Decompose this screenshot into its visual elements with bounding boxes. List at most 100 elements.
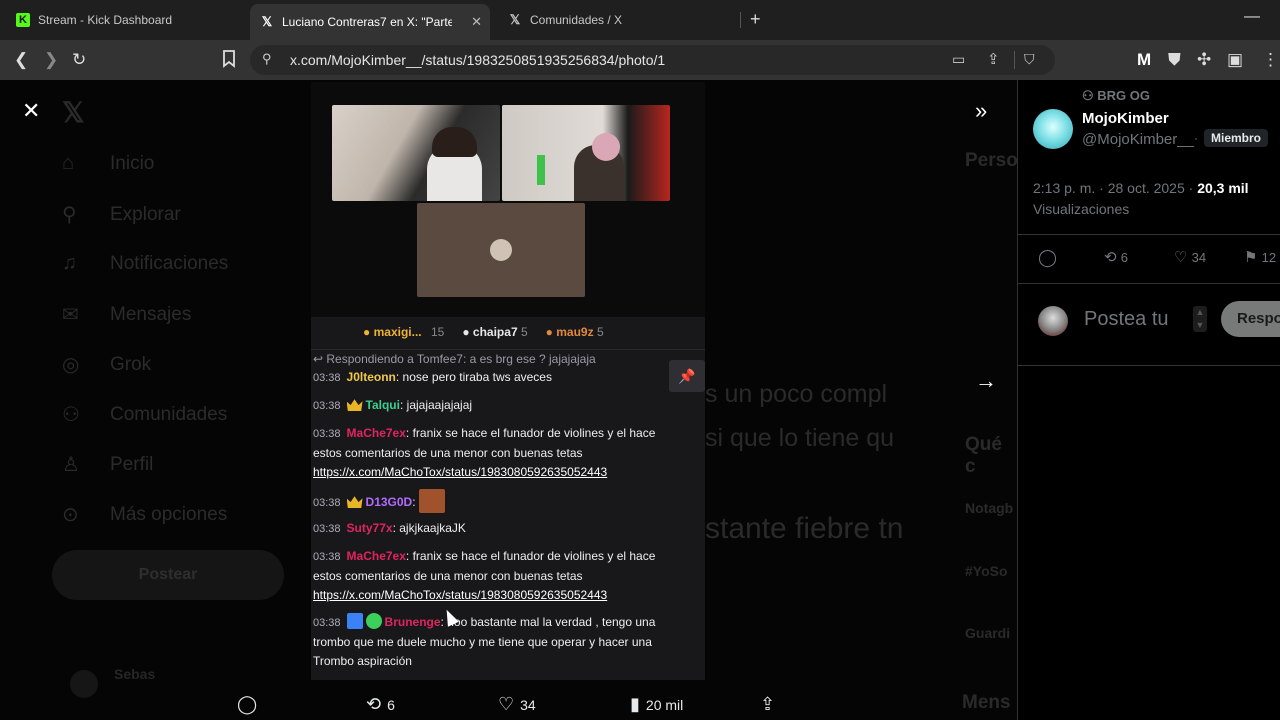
retweet-icon: ⟲ — [366, 694, 382, 714]
like-button[interactable]: ♡ 34 — [498, 694, 536, 715]
community-label: ⚇ BRG OG — [1082, 88, 1150, 104]
scroll-stepper[interactable]: ▲ ▼ — [1193, 306, 1207, 332]
extension-shield-icon[interactable]: ⛊ — [1168, 50, 1181, 70]
gift-icon: ● — [545, 325, 553, 339]
reload-icon[interactable]: ↻ — [72, 50, 86, 70]
author-name[interactable]: MojoKimber — [1082, 110, 1169, 127]
tweet-photo: ● maxigi... 15 ● chaipa7 5 ● mau9z 5 ↩ R… — [311, 82, 705, 680]
sidebar-item-label: Inicio — [110, 152, 155, 174]
leaderboard-name: mau9z — [556, 325, 594, 339]
sidebar-item-grok: ◎ Grok — [62, 352, 151, 377]
message-text: franix se hace el funador de violines y … — [412, 549, 656, 563]
sidebar-icon[interactable]: ▣ — [1227, 50, 1243, 70]
webcam-right — [502, 105, 670, 201]
author-handle[interactable]: @MojoKimber__ — [1082, 131, 1194, 148]
reply-button[interactable]: Respo — [1221, 301, 1280, 337]
tab-tweet[interactable]: 𝕏 Luciano Contreras7 en X: "Parte ✕ — [250, 4, 490, 40]
menu-icon[interactable]: ⋮ — [1262, 50, 1279, 70]
bg-trend-3: Guardi — [965, 625, 1011, 641]
share-icon[interactable]: ⇪ — [987, 50, 1000, 68]
bookmark-button[interactable]: ⚑ 12 — [1244, 248, 1276, 266]
gift-icon: ● — [462, 325, 470, 339]
bar-chart-icon: ▮ — [630, 694, 640, 714]
new-tab-icon[interactable]: + — [750, 9, 761, 30]
sidebar-item-label: Explorar — [110, 203, 181, 225]
timestamp: 03:38 — [313, 372, 341, 384]
username: MaChe7ex — [346, 426, 406, 440]
avatar-placeholder — [490, 239, 512, 261]
retweet-count: 6 — [387, 696, 395, 713]
cast-icon[interactable]: ▭ — [952, 51, 965, 68]
leaderboard-name: chaipa7 — [472, 325, 518, 339]
close-tab-icon[interactable]: ✕ — [471, 14, 482, 30]
message-text: nose pero tiraba tws aveces — [402, 370, 552, 384]
community-icon: ⚇ — [1082, 88, 1094, 103]
next-photo-icon[interactable]: → — [975, 368, 997, 394]
minimize-icon[interactable]: — — [1244, 8, 1260, 26]
grok-icon: ◎ — [62, 354, 80, 376]
site-info-icon[interactable]: ⚲ — [262, 51, 272, 67]
retweet-button[interactable]: ⟲ 6 — [1104, 248, 1128, 266]
reply-icon[interactable]: ◯ — [1038, 248, 1057, 268]
close-icon[interactable]: ✕ — [22, 98, 40, 124]
webcam-left — [332, 105, 500, 201]
timestamp: 03:38 — [313, 400, 341, 412]
like-button[interactable]: ♡ 34 — [1174, 248, 1206, 266]
tab-kick-dashboard[interactable]: K Stream - Kick Dashboard — [6, 6, 246, 34]
like-count: 34 — [1191, 250, 1207, 265]
tweet-detail-pane: ⚇ BRG OG MojoKimber @MojoKimber__ · Miem… — [1017, 80, 1280, 720]
url-text: x.com/MojoKimber__/status/19832508519352… — [290, 52, 666, 68]
share-button[interactable]: ⇪ — [760, 694, 781, 715]
address-bar[interactable]: ⚲ x.com/MojoKimber__/status/198325085193… — [250, 45, 1055, 75]
message-link[interactable]: https://x.com/MaChoTox/status/1983080592… — [313, 465, 607, 479]
message-text: noo bastante mal la verdad , tengo una — [447, 615, 656, 629]
extensions-icon[interactable]: ✣ — [1197, 50, 1211, 70]
sidebar-item-label: Perfil — [110, 453, 154, 475]
chat-message: 03:38 J0lteonn: nose pero tiraba tws avec… — [313, 370, 552, 384]
crown-badge-icon — [346, 496, 363, 508]
separator-dot: · — [1194, 131, 1198, 145]
brave-shield-icon[interactable]: ⛉ — [1024, 51, 1035, 68]
reply-note: ↩ Respondiendo a Tomfee7: a es brg ese ?… — [313, 352, 596, 366]
x-logo-icon: 𝕏 — [62, 97, 85, 128]
bg-text-3: stante fiebre tn — [705, 512, 904, 545]
crown-badge-icon — [346, 399, 363, 411]
username: J0lteonn — [346, 370, 396, 384]
bookmark-count: 12 — [1261, 250, 1277, 265]
reply-input[interactable]: Postea tu — [1084, 308, 1169, 331]
retweet-count: 6 — [1120, 250, 1128, 265]
webcam-mic — [537, 155, 545, 185]
message-text: franix se hace el funador de violines y … — [412, 426, 656, 440]
chat-message: 03:38 Suty77x: ajkjkaajkaJK — [313, 521, 466, 535]
reply-button[interactable]: ◯ — [237, 694, 263, 715]
tweet-time: 2:13 p. m. · 28 oct. 2025 · — [1033, 180, 1194, 196]
leaderboard-count: 15 — [430, 325, 445, 339]
sidebar-item-mensajes: ✉ Mensajes — [62, 302, 191, 327]
leaderboard-count: 5 — [520, 325, 528, 339]
message-text: Trombo aspiración — [313, 654, 412, 668]
forward-icon[interactable]: ❯ — [44, 50, 58, 70]
views-button[interactable]: ▮ 20 mil — [630, 694, 683, 715]
sidebar-item-comunidades: ⚇ Comunidades — [62, 402, 227, 427]
chat-message: 03:38 MaChe7ex: franix se hace el funador… — [313, 549, 656, 602]
tab-comunidades[interactable]: 𝕏 Comunidades / X — [498, 6, 738, 34]
retweet-button[interactable]: ⟲ 6 — [366, 694, 395, 715]
extension-m-icon[interactable]: M — [1137, 50, 1151, 70]
expand-panel-icon[interactable]: » — [975, 98, 987, 124]
leaderboard-entry: ● maxigi... 15 — [363, 325, 444, 339]
home-icon: ⌂ — [62, 152, 75, 174]
back-icon[interactable]: ❮ — [14, 50, 28, 70]
webcam-headphones — [592, 133, 620, 161]
divider — [1014, 51, 1015, 69]
avatar[interactable] — [1033, 109, 1073, 149]
message-link[interactable]: https://x.com/MaChoTox/status/1983080592… — [313, 588, 607, 602]
sidebar-item-label: Más opciones — [110, 503, 228, 525]
chat-message: 03:38 Talqui: jajajaajajajaj — [313, 398, 473, 412]
sidebar-item-label: Mensajes — [110, 303, 192, 325]
views-count: 20 mil — [645, 696, 684, 713]
sidebar-item-inicio: ⌂ Inicio — [62, 152, 154, 175]
username: Talqui — [365, 398, 400, 412]
divider — [1018, 283, 1280, 284]
divider — [1018, 365, 1280, 366]
bookmark-page-icon[interactable] — [222, 50, 236, 73]
